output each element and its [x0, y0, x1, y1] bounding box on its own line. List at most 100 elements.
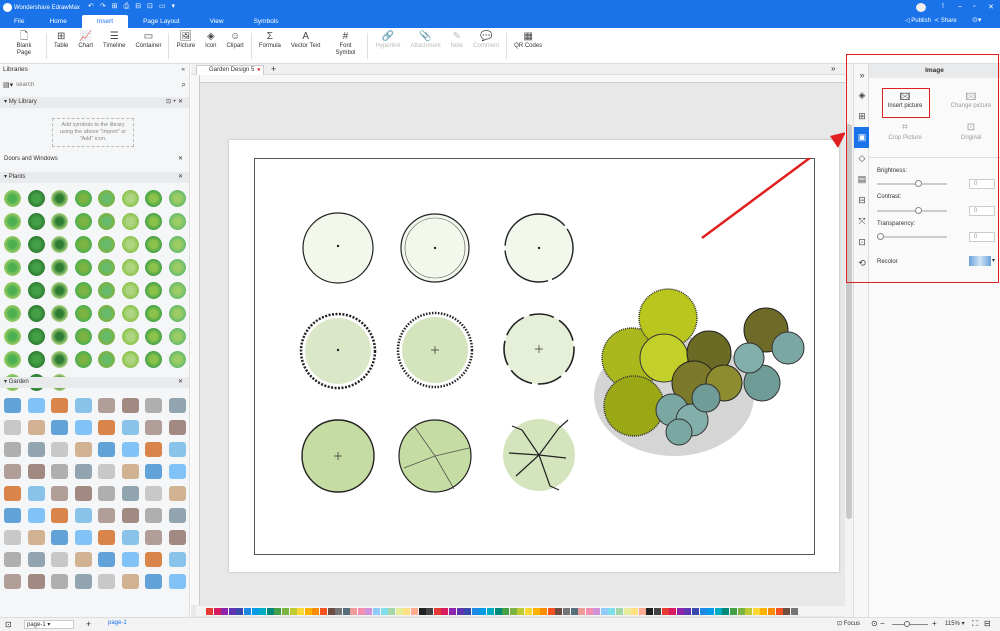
color-swatch[interactable]	[562, 607, 570, 615]
color-swatch[interactable]	[373, 607, 381, 615]
plant-symbol[interactable]	[51, 351, 68, 368]
color-swatch[interactable]	[403, 607, 411, 615]
color-swatch[interactable]	[289, 607, 297, 615]
plant-circle-lobed-1[interactable]	[503, 313, 575, 385]
garden-symbol[interactable]	[74, 464, 92, 479]
color-swatch[interactable]	[540, 607, 548, 615]
zoom-knob[interactable]	[904, 621, 910, 627]
library-search-input[interactable]	[16, 79, 182, 90]
add-page-button[interactable]: +	[86, 619, 91, 629]
comment-button[interactable]: 💬 Comment	[468, 28, 504, 50]
color-swatch[interactable]	[411, 607, 419, 615]
tab-garden-design[interactable]: Garden Design 5 ●	[196, 65, 264, 75]
garden-symbol[interactable]	[4, 486, 21, 501]
garden-symbol[interactable]	[27, 574, 45, 589]
color-swatch[interactable]	[707, 607, 715, 615]
garden-symbol[interactable]	[121, 398, 139, 413]
garden-symbol[interactable]	[145, 508, 162, 523]
color-swatch[interactable]	[661, 607, 669, 615]
garden-symbol[interactable]	[121, 574, 139, 589]
color-swatch[interactable]	[471, 607, 479, 615]
plant-symbol[interactable]	[4, 259, 21, 276]
search-icon[interactable]: ⌕	[182, 80, 186, 90]
color-swatch[interactable]	[426, 607, 434, 615]
page-select[interactable]: page-1 ▾	[24, 620, 74, 629]
color-swatch[interactable]	[395, 607, 403, 615]
plant-symbol[interactable]	[74, 351, 92, 368]
plant-symbol[interactable]	[121, 236, 139, 253]
color-swatch[interactable]	[388, 607, 396, 615]
note-button[interactable]: ✎ Note	[445, 28, 468, 50]
color-swatch[interactable]	[441, 607, 449, 615]
garden-symbol[interactable]	[74, 530, 92, 545]
plant-symbol[interactable]	[98, 351, 115, 368]
garden-symbol[interactable]	[168, 486, 186, 501]
menu-view[interactable]: View	[195, 15, 239, 28]
color-swatch[interactable]	[570, 607, 578, 615]
color-swatch[interactable]	[509, 607, 517, 615]
plant-symbol[interactable]	[121, 190, 139, 207]
garden-symbol[interactable]	[27, 552, 45, 567]
garden-section[interactable]: ▾ Garden ✕	[0, 377, 189, 388]
plant-symbol[interactable]	[168, 259, 186, 276]
color-swatch[interactable]	[790, 607, 798, 615]
color-swatch[interactable]	[365, 607, 373, 615]
plant-symbol[interactable]	[51, 305, 68, 322]
blank-page-button[interactable]: 🗋 Blank Page	[4, 28, 44, 57]
plant-symbol[interactable]	[98, 190, 115, 207]
garden-symbol[interactable]	[27, 442, 45, 457]
color-swatch[interactable]	[555, 607, 563, 615]
menu-symbols[interactable]: Symbols	[239, 15, 294, 28]
color-swatch[interactable]	[304, 607, 312, 615]
plants-close-icon[interactable]: ✕	[178, 172, 183, 183]
garden-symbol[interactable]	[145, 574, 162, 589]
color-swatch[interactable]	[357, 607, 365, 615]
color-swatch[interactable]	[578, 607, 586, 615]
color-swatch[interactable]	[236, 607, 244, 615]
icon-button[interactable]: ◈ Icon	[200, 28, 221, 50]
fit-page-icon[interactable]: ⛶	[972, 619, 978, 629]
plant-symbol[interactable]	[168, 305, 186, 322]
color-swatch[interactable]	[616, 607, 624, 615]
plant-symbol[interactable]	[74, 259, 92, 276]
garden-symbol[interactable]	[168, 552, 186, 567]
plant-symbol[interactable]	[145, 328, 162, 345]
garden-symbol[interactable]	[168, 442, 186, 457]
maximize-icon[interactable]: ▫	[973, 3, 975, 10]
garden-symbol[interactable]	[74, 574, 92, 589]
menu-file[interactable]: File	[4, 15, 34, 28]
plant-symbol[interactable]	[145, 213, 162, 230]
garden-symbol[interactable]	[51, 442, 68, 457]
plant-symbol[interactable]	[27, 305, 45, 322]
color-swatch[interactable]	[745, 607, 753, 615]
garden-symbol[interactable]	[168, 464, 186, 479]
plant-drawings[interactable]	[254, 158, 815, 555]
plant-symbol[interactable]	[27, 213, 45, 230]
color-swatch[interactable]	[418, 607, 426, 615]
clipart-button[interactable]: ☺ Clipart	[222, 28, 249, 50]
color-swatch[interactable]	[783, 607, 791, 615]
garden-symbol[interactable]	[74, 420, 92, 435]
garden-symbol[interactable]	[98, 464, 115, 479]
garden-symbol[interactable]	[121, 464, 139, 479]
garden-symbol[interactable]	[98, 420, 115, 435]
plant-symbol[interactable]	[51, 190, 68, 207]
plant-symbol[interactable]	[168, 236, 186, 253]
font-symbol-button[interactable]: # Font Symbol	[325, 28, 365, 57]
color-swatch[interactable]	[692, 607, 699, 615]
plant-symbol[interactable]	[145, 190, 162, 207]
zoom-slider[interactable]	[892, 621, 928, 627]
color-swatch[interactable]	[669, 607, 677, 615]
garden-symbol[interactable]	[121, 530, 139, 545]
plant-symbol[interactable]	[51, 259, 68, 276]
plant-symbol[interactable]	[168, 190, 186, 207]
qr-codes-button[interactable]: ▦ QR Codes	[509, 28, 547, 50]
garden-symbol[interactable]	[98, 398, 115, 413]
plant-symbol[interactable]	[168, 213, 186, 230]
plant-symbol[interactable]	[145, 351, 162, 368]
garden-symbol[interactable]	[74, 398, 92, 413]
garden-symbol[interactable]	[51, 574, 68, 589]
garden-symbol[interactable]	[4, 530, 21, 545]
plant-symbol[interactable]	[168, 351, 186, 368]
color-swatch[interactable]	[297, 607, 305, 615]
